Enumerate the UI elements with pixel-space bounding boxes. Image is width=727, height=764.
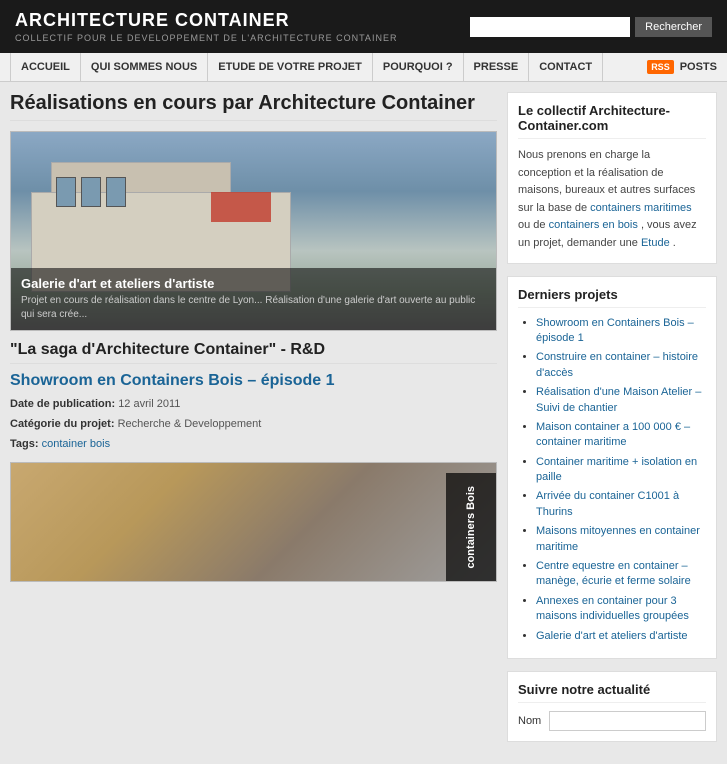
tags-label: Tags: <box>10 438 39 450</box>
article-image: containers Bois <box>10 462 497 582</box>
nav-pourquoi[interactable]: POURQUOI ? <box>373 53 464 81</box>
site-subtitle: COLLECTIF POUR LE DEVELOPPEMENT DE L'ARC… <box>15 33 397 43</box>
site-title: ARCHITECTURE CONTAINER <box>15 10 397 31</box>
nav-links: ACCUEIL QUI SOMMES NOUS ETUDE DE VOTRE P… <box>10 53 603 81</box>
sidebar-project-link[interactable]: Galerie d'art et ateliers d'artiste <box>536 630 688 642</box>
nav-presse[interactable]: PRESSE <box>464 53 530 81</box>
sidebar-collectif-box: Le collectif Architecture-Container.com … <box>507 92 717 264</box>
sidebar-project-link[interactable]: Centre equestre en container – manège, é… <box>536 560 691 587</box>
hero-overlay: Galerie d'art et ateliers d'artiste Proj… <box>11 268 496 330</box>
sidebar-project-item: Annexes en container pour 3 maisons indi… <box>536 594 706 625</box>
nav-contact[interactable]: CONTACT <box>529 53 603 81</box>
sidebar-collectif-text: Nous prenons en charge la conception et … <box>518 147 706 253</box>
hero-image: Galerie d'art et ateliers d'artiste Proj… <box>10 131 497 331</box>
container-red <box>211 192 271 222</box>
sidebar-project-item: Centre equestre en container – manège, é… <box>536 559 706 590</box>
follow-name-label: Nom <box>518 715 541 727</box>
sidebar-follow-box: Suivre notre actualité Nom <box>507 671 717 742</box>
sidebar-project-item: Showroom en Containers Bois – épisode 1 <box>536 316 706 347</box>
sidebar-project-link[interactable]: Réalisation d'une Maison Atelier – Suivi… <box>536 386 701 413</box>
header: ARCHITECTURE CONTAINER COLLECTIF POUR LE… <box>0 0 727 53</box>
follow-row: Nom <box>518 711 706 731</box>
sidebar-project-link[interactable]: Construire en container – histoire d'acc… <box>536 351 698 378</box>
posts-label: POSTS <box>680 61 717 73</box>
article-img-label: containers Bois <box>446 473 496 581</box>
article-tag[interactable]: container bois <box>42 438 111 450</box>
sidebar: Le collectif Architecture-Container.com … <box>507 92 717 754</box>
nav-qui-sommes-nous[interactable]: QUI SOMMES NOUS <box>81 53 208 81</box>
sidebar-project-item: Arrivée du container C1001 à Thurins <box>536 489 706 520</box>
search-area: Rechercher <box>470 17 712 37</box>
content-area: Réalisations en cours par Architecture C… <box>10 92 497 754</box>
window-3 <box>106 177 126 207</box>
sidebar-project-item: Construire en container – histoire d'acc… <box>536 350 706 381</box>
nav: ACCUEIL QUI SOMMES NOUS ETUDE DE VOTRE P… <box>0 53 727 82</box>
article-title[interactable]: Showroom en Containers Bois – épisode 1 <box>10 372 497 390</box>
collectif-text-4: . <box>673 237 676 249</box>
sidebar-project-link[interactable]: Maison container a 100 000 € – container… <box>536 421 690 448</box>
link-containers-bois[interactable]: containers en bois <box>549 219 638 231</box>
page-title: Réalisations en cours par Architecture C… <box>10 92 497 121</box>
collectif-text-2: ou de <box>518 219 546 231</box>
article: Showroom en Containers Bois – épisode 1 … <box>10 372 497 582</box>
site-brand: ARCHITECTURE CONTAINER COLLECTIF POUR LE… <box>15 10 397 43</box>
sidebar-projects-list: Showroom en Containers Bois – épisode 1 C… <box>518 316 706 644</box>
sidebar-project-link[interactable]: Container maritime + isolation en paille <box>536 456 697 483</box>
nav-accueil[interactable]: ACCUEIL <box>10 53 81 81</box>
rss-icon[interactable]: RSS <box>647 60 674 74</box>
section-title: "La saga d'Architecture Container" - R&D <box>10 341 497 364</box>
search-input[interactable] <box>470 17 630 37</box>
nav-right: RSS POSTS <box>647 60 717 74</box>
sidebar-project-link[interactable]: Maisons mitoyennes en container maritime <box>536 525 700 552</box>
article-meta: Date de publication: 12 avril 2011 Catég… <box>10 395 497 454</box>
sidebar-project-item: Galerie d'art et ateliers d'artiste <box>536 629 706 644</box>
sidebar-derniers-projets-box: Derniers projets Showroom en Containers … <box>507 276 717 659</box>
search-button[interactable]: Rechercher <box>635 17 712 37</box>
hero-description: Projet en cours de réalisation dans le c… <box>21 294 486 322</box>
sidebar-project-link[interactable]: Arrivée du container C1001 à Thurins <box>536 490 679 517</box>
sidebar-project-link[interactable]: Annexes en container pour 3 maisons indi… <box>536 595 689 622</box>
category-value: Recherche & Developpement <box>118 418 262 430</box>
sidebar-project-item: Maison container a 100 000 € – container… <box>536 420 706 451</box>
follow-name-input[interactable] <box>549 711 706 731</box>
hero-caption: Galerie d'art et ateliers d'artiste <box>21 276 486 291</box>
sidebar-follow-title: Suivre notre actualité <box>518 682 706 703</box>
link-etude[interactable]: Etude <box>641 237 670 249</box>
sidebar-project-item: Réalisation d'une Maison Atelier – Suivi… <box>536 385 706 416</box>
article-img-text: containers Bois <box>465 486 477 569</box>
sidebar-project-item: Container maritime + isolation en paille <box>536 455 706 486</box>
category-label: Catégorie du projet: <box>10 418 115 430</box>
sidebar-project-link[interactable]: Showroom en Containers Bois – épisode 1 <box>536 317 694 344</box>
date-label: Date de publication: <box>10 398 115 410</box>
nav-etude[interactable]: ETUDE DE VOTRE PROJET <box>208 53 373 81</box>
sidebar-project-item: Maisons mitoyennes en container maritime <box>536 524 706 555</box>
link-containers-maritimes[interactable]: containers maritimes <box>590 202 691 214</box>
sidebar-derniers-title: Derniers projets <box>518 287 706 308</box>
building-windows <box>56 177 126 207</box>
sidebar-collectif-title: Le collectif Architecture-Container.com <box>518 103 706 139</box>
window-1 <box>56 177 76 207</box>
main-layout: Réalisations en cours par Architecture C… <box>0 82 727 764</box>
window-2 <box>81 177 101 207</box>
date-value: 12 avril 2011 <box>118 398 180 410</box>
